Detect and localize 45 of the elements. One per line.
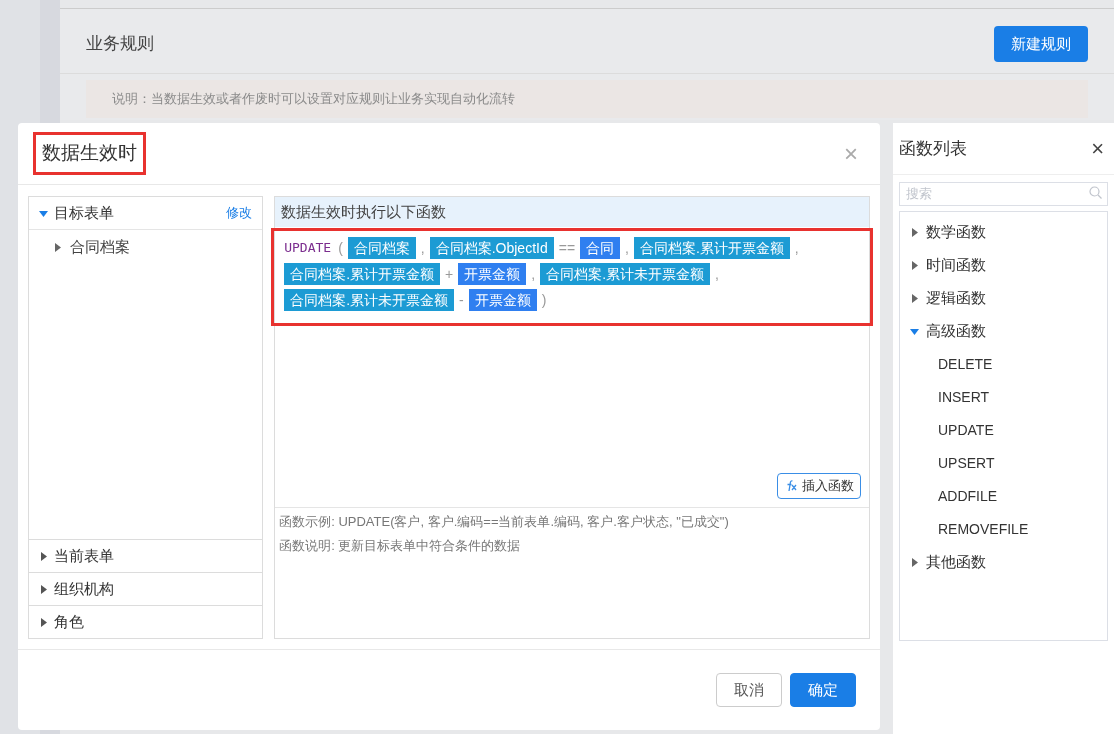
variable-chip[interactable]: 合同: [580, 237, 621, 259]
function-group[interactable]: 时间函数: [900, 249, 1107, 282]
operator-text: ,: [625, 238, 629, 258]
function-group[interactable]: 逻辑函数: [900, 282, 1107, 315]
tree-item[interactable]: 角色: [29, 605, 263, 638]
operator-text: +: [445, 264, 454, 284]
operator-text: (: [338, 238, 343, 258]
function-item[interactable]: INSERT: [900, 381, 1107, 414]
search-icon: [1089, 186, 1102, 199]
description-text: 函数说明: 更新目标表单中符合条件的数据: [279, 536, 522, 555]
editor-header-text: 数据生效时执行以下函数: [281, 201, 447, 222]
notice-text: 说明：当数据生效或者作废时可以设置对应规则让业务实现自动化流转: [112, 90, 515, 109]
operator-text: ,: [531, 264, 536, 284]
cancel-button[interactable]: 取消: [716, 673, 782, 707]
tree-item[interactable]: 目标表单 修改: [29, 197, 263, 230]
new-rule-button[interactable]: 新建规则: [994, 26, 1088, 62]
operator-text: ==: [558, 238, 576, 258]
function-item[interactable]: ADDFILE: [900, 480, 1107, 513]
operator-text: ,: [420, 238, 425, 258]
tree-item[interactable]: 组织机构: [29, 572, 263, 605]
function-group[interactable]: 数学函数: [900, 216, 1107, 249]
tree-item[interactable]: 当前表单: [29, 539, 263, 572]
function-item[interactable]: UPDATE: [900, 414, 1107, 447]
tree-item[interactable]: 合同档案: [29, 232, 263, 262]
function-name: UPDATE: [284, 239, 332, 258]
function-group[interactable]: 其他函数: [900, 546, 1107, 579]
page-title: 业务规则: [86, 33, 154, 56]
operator-text: -: [459, 290, 464, 310]
function-item[interactable]: REMOVEFILE: [900, 513, 1107, 546]
insert-function-button[interactable]: 插入函数: [777, 473, 861, 499]
variable-chip[interactable]: 开票金额: [468, 289, 537, 311]
search-field[interactable]: 搜索: [899, 181, 1108, 206]
function-item[interactable]: UPSERT: [900, 447, 1107, 480]
operator-text: ): [541, 290, 547, 310]
operator-text: ,: [715, 264, 719, 284]
edit-link[interactable]: 修改: [226, 203, 253, 223]
operator-text: ,: [794, 238, 799, 258]
function-group[interactable]: 高级函数: [900, 315, 1107, 348]
panel-title: 函数列表: [899, 137, 967, 160]
formula-editor[interactable]: UPDATE ( 合同档案 , 合同档案.ObjectId == 合同 , 合同档案.累计开票金额 , 合同档案.累计开票金额 + 开票金额 , 合同档案.累计未开票金额 , 合同档案.累计未开票金额 - 开票金额 ): [271, 228, 873, 326]
function-item[interactable]: DELETE: [900, 348, 1107, 381]
dialog-title: 数据生效时: [36, 135, 143, 172]
confirm-button[interactable]: 确定: [790, 673, 856, 707]
variable-chip[interactable]: 开票金额: [458, 263, 527, 285]
example-text: 函数示例: UPDATE(客户, 客户.编码==当前表单.编码, 客户.客户状态, "已成交"): [279, 513, 730, 531]
